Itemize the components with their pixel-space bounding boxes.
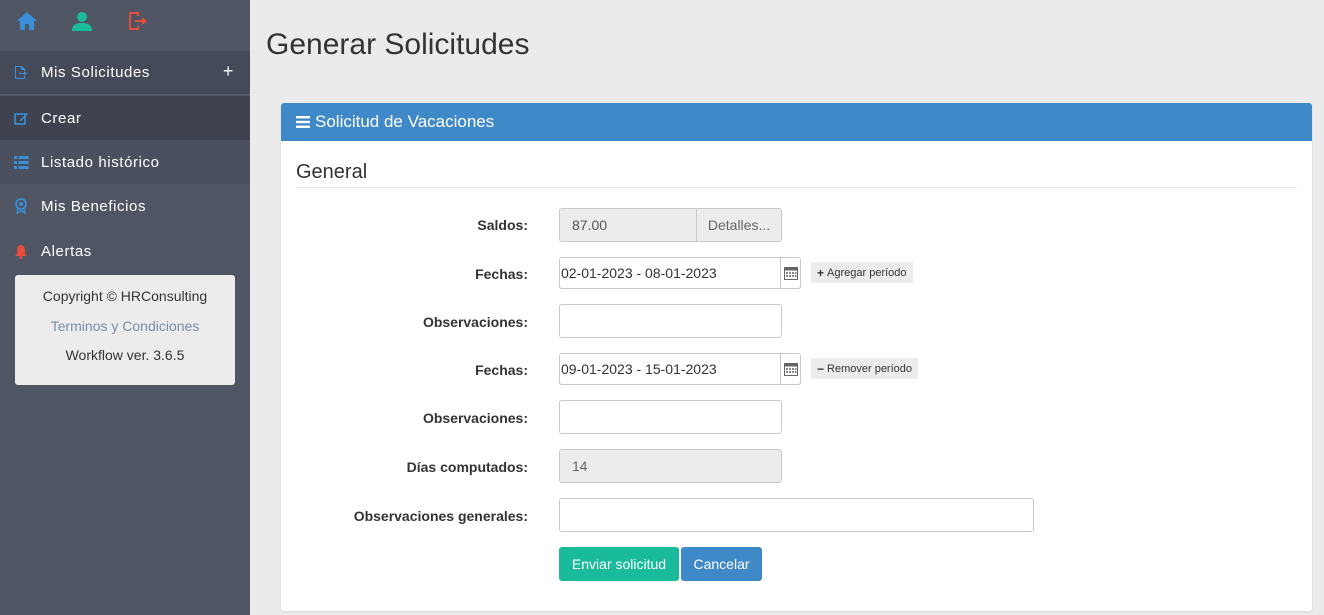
date-range-value: 09-01-2023 - 15-01-2023 (561, 361, 717, 377)
list-icon (13, 154, 29, 170)
date-range-input[interactable]: 02-01-2023 - 08-01-2023 (559, 257, 801, 289)
sidebar-item-mis-beneficios[interactable]: Mis Beneficios (0, 184, 250, 228)
sidebar-footer: Copyright © HRConsulting Terminos y Cond… (15, 275, 235, 385)
edit-icon (13, 110, 29, 126)
observaciones-generales-label: Observaciones generales: (353, 508, 528, 524)
observaciones-generales-input[interactable] (559, 498, 1034, 532)
user-icon[interactable] (70, 9, 94, 35)
remove-period-button[interactable]: − Remover período (811, 358, 919, 379)
cancel-button[interactable]: Cancelar (681, 547, 762, 581)
observaciones-label: Observaciones: (422, 410, 528, 426)
calendar-icon[interactable] (780, 258, 800, 288)
date-range-value: 02-01-2023 - 08-01-2023 (561, 265, 717, 281)
panel-heading-text: Solicitud de Vacaciones (315, 112, 495, 131)
sidebar-item-alertas[interactable]: Alertas (0, 229, 250, 273)
panel-heading: Solicitud de Vacaciones (281, 103, 1312, 141)
remove-period-label: Remover período (827, 362, 913, 375)
section-title: General (296, 161, 368, 183)
sidebar-top-icons (0, 0, 250, 51)
saldos-group: 87.00 Detalles... (559, 208, 782, 242)
terms-link[interactable]: Terminos y Condiciones (15, 318, 235, 334)
observaciones-input[interactable] (559, 304, 782, 338)
page-title: Generar Solicitudes (266, 28, 530, 61)
dias-computados-value: 14 (572, 458, 588, 474)
fechas-label: Fechas: (475, 362, 528, 378)
sidebar-item-listado-historico[interactable]: Listado histórico (0, 140, 250, 184)
detalles-button[interactable]: Detalles... (697, 209, 781, 241)
copyright-text: Copyright © HRConsulting (42, 288, 208, 304)
bell-icon (13, 243, 29, 259)
sidebar-section-label: Mis Solicitudes (41, 64, 151, 81)
section-divider (296, 187, 1297, 188)
vacation-request-panel: Solicitud de Vacaciones General Saldos: … (281, 103, 1312, 611)
saldos-field: 87.00 (560, 209, 696, 241)
sidebar-item-label: Crear (41, 109, 82, 127)
fechas-label: Fechas: (475, 266, 528, 282)
award-icon (13, 198, 29, 214)
home-icon[interactable] (15, 9, 39, 35)
calendar-icon[interactable] (780, 354, 800, 384)
date-range-input[interactable]: 09-01-2023 - 15-01-2023 (559, 353, 801, 385)
expand-toggle[interactable]: + (223, 61, 234, 82)
sidebar-item-crear[interactable]: Crear (0, 96, 250, 140)
sidebar-section-mis-solicitudes[interactable]: Mis Solicitudes + (0, 51, 250, 95)
version-text: Workflow ver. 3.6.5 (65, 347, 185, 363)
dias-computados-field: 14 (559, 449, 782, 483)
logout-icon[interactable] (126, 9, 150, 35)
minus-icon: − (817, 361, 825, 376)
add-period-button[interactable]: + Agregar período (811, 262, 913, 283)
saldos-label: Saldos: (477, 217, 528, 233)
sidebar-item-label: Listado histórico (41, 153, 160, 171)
add-period-label: Agregar período (827, 266, 907, 279)
observaciones-input[interactable] (559, 400, 782, 434)
request-icon (13, 65, 29, 81)
saldos-value: 87.00 (572, 217, 608, 233)
plus-icon: + (817, 265, 825, 280)
sidebar: Mis Solicitudes + Crear Listado históric… (0, 0, 250, 615)
dias-computados-label: Días computados: (406, 459, 528, 475)
submit-button[interactable]: Enviar solicitud (559, 547, 679, 581)
menu-bars-icon (296, 116, 310, 128)
observaciones-label: Observaciones: (422, 314, 528, 330)
sidebar-item-label: Mis Beneficios (41, 197, 147, 215)
sidebar-item-label: Alertas (41, 242, 92, 260)
